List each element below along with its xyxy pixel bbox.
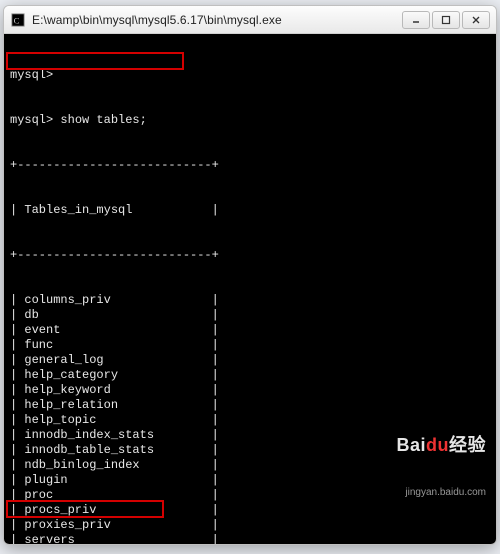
minimize-button[interactable] bbox=[402, 11, 430, 29]
command-text: show tables; bbox=[60, 113, 146, 127]
table-row: | help_keyword | bbox=[4, 383, 496, 398]
app-icon: C bbox=[10, 12, 26, 28]
table-row: | servers | bbox=[4, 533, 496, 544]
prompt-line: mysql> bbox=[4, 68, 496, 83]
table-row: | ndb_binlog_index | bbox=[4, 458, 496, 473]
title-bar[interactable]: C E:\wamp\bin\mysql\mysql5.6.17\bin\mysq… bbox=[4, 6, 496, 34]
table-row: | proxies_priv | bbox=[4, 518, 496, 533]
table-row: | db | bbox=[4, 308, 496, 323]
table-row: | innodb_index_stats | bbox=[4, 428, 496, 443]
table-row: | plugin | bbox=[4, 473, 496, 488]
table-row: | help_topic | bbox=[4, 413, 496, 428]
table-row: | func | bbox=[4, 338, 496, 353]
table-row: | proc | bbox=[4, 488, 496, 503]
app-window: C E:\wamp\bin\mysql\mysql5.6.17\bin\mysq… bbox=[3, 5, 497, 545]
terminal[interactable]: mysql> mysql> show tables; +------------… bbox=[4, 34, 496, 544]
window-controls bbox=[400, 11, 490, 29]
table-row: | columns_priv | bbox=[4, 293, 496, 308]
table-row: | general_log | bbox=[4, 353, 496, 368]
table-row: | event | bbox=[4, 323, 496, 338]
table-row: | procs_priv | bbox=[4, 503, 496, 518]
command-line: mysql> show tables; bbox=[4, 113, 496, 128]
prompt-text: mysql> bbox=[10, 113, 53, 127]
table-border: +---------------------------+ bbox=[4, 248, 496, 263]
svg-text:C: C bbox=[14, 15, 20, 25]
table-row: | innodb_table_stats | bbox=[4, 443, 496, 458]
table-rows: | columns_priv || db || event || func ||… bbox=[4, 293, 496, 544]
table-row: | help_relation | bbox=[4, 398, 496, 413]
table-border: +---------------------------+ bbox=[4, 158, 496, 173]
table-header: | Tables_in_mysql | bbox=[4, 203, 496, 218]
window-title: E:\wamp\bin\mysql\mysql5.6.17\bin\mysql.… bbox=[32, 13, 394, 27]
close-button[interactable] bbox=[462, 11, 490, 29]
table-row: | help_category | bbox=[4, 368, 496, 383]
maximize-button[interactable] bbox=[432, 11, 460, 29]
